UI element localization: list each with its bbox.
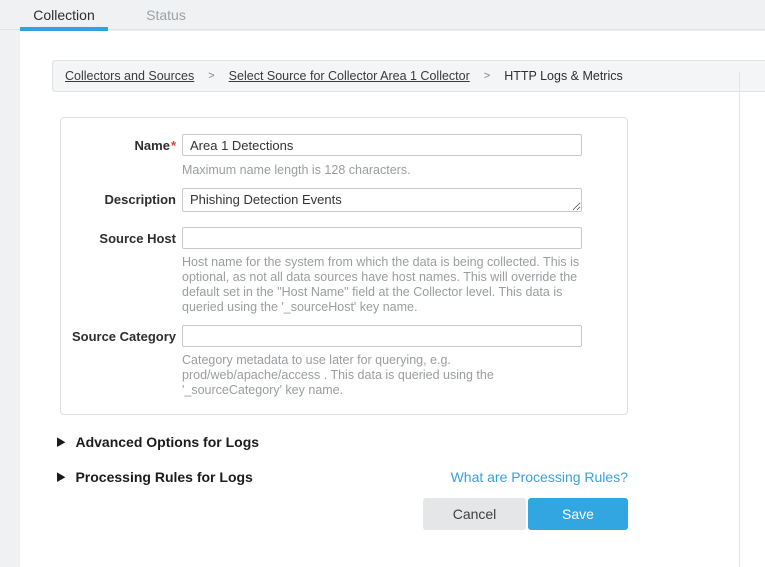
description-field-row: Description Phishing Detection Events bbox=[61, 188, 627, 217]
breadcrumb-separator: > bbox=[208, 70, 214, 82]
name-field-row: Name* Maximum name length is 128 charact… bbox=[61, 134, 627, 178]
source-host-field-row: Source Host Host name for the system fro… bbox=[61, 227, 627, 315]
advanced-options-label[interactable]: Advanced Options for Logs bbox=[75, 434, 259, 450]
description-textarea[interactable]: Phishing Detection Events bbox=[182, 188, 582, 212]
content-panel: Collectors and Sources > Select Source f… bbox=[20, 31, 765, 567]
processing-rules-label[interactable]: Processing Rules for Logs bbox=[75, 469, 252, 485]
panel-right-border bbox=[739, 72, 740, 567]
save-button[interactable]: Save bbox=[528, 498, 628, 530]
name-label: Name* bbox=[61, 134, 176, 178]
source-host-help-text: Host name for the system from which the … bbox=[182, 255, 580, 315]
breadcrumb-current-page: HTTP Logs & Metrics bbox=[504, 69, 623, 83]
cancel-button[interactable]: Cancel bbox=[423, 498, 526, 530]
source-category-input[interactable] bbox=[182, 325, 582, 347]
tab-status[interactable]: Status bbox=[126, 7, 206, 23]
source-category-field-row: Source Category Category metadata to use… bbox=[61, 325, 627, 398]
processing-rules-section[interactable]: ▶ Processing Rules for Logs What are Pro… bbox=[57, 469, 628, 485]
source-category-help-text: Category metadata to use later for query… bbox=[182, 353, 580, 398]
breadcrumb: Collectors and Sources > Select Source f… bbox=[52, 60, 765, 92]
breadcrumb-separator: > bbox=[484, 70, 490, 82]
source-host-input[interactable] bbox=[182, 227, 582, 249]
expand-arrow-icon: ▶ bbox=[57, 471, 65, 484]
tab-collection[interactable]: Collection bbox=[20, 7, 108, 23]
breadcrumb-select-source[interactable]: Select Source for Collector Area 1 Colle… bbox=[229, 69, 470, 83]
what-are-processing-rules-link[interactable]: What are Processing Rules? bbox=[451, 469, 628, 485]
source-config-card: Name* Maximum name length is 128 charact… bbox=[60, 117, 628, 415]
name-help-text: Maximum name length is 128 characters. bbox=[182, 163, 580, 178]
tab-bar: Collection Status bbox=[0, 0, 765, 30]
description-label: Description bbox=[61, 188, 176, 217]
advanced-options-section[interactable]: ▶ Advanced Options for Logs bbox=[57, 434, 628, 450]
source-category-label: Source Category bbox=[61, 325, 176, 398]
source-host-label: Source Host bbox=[61, 227, 176, 315]
breadcrumb-collectors-and-sources[interactable]: Collectors and Sources bbox=[65, 69, 194, 83]
expand-arrow-icon: ▶ bbox=[57, 436, 65, 449]
required-asterisk: * bbox=[171, 138, 176, 153]
name-input[interactable] bbox=[182, 134, 582, 156]
form-actions: Cancel Save bbox=[57, 498, 628, 530]
